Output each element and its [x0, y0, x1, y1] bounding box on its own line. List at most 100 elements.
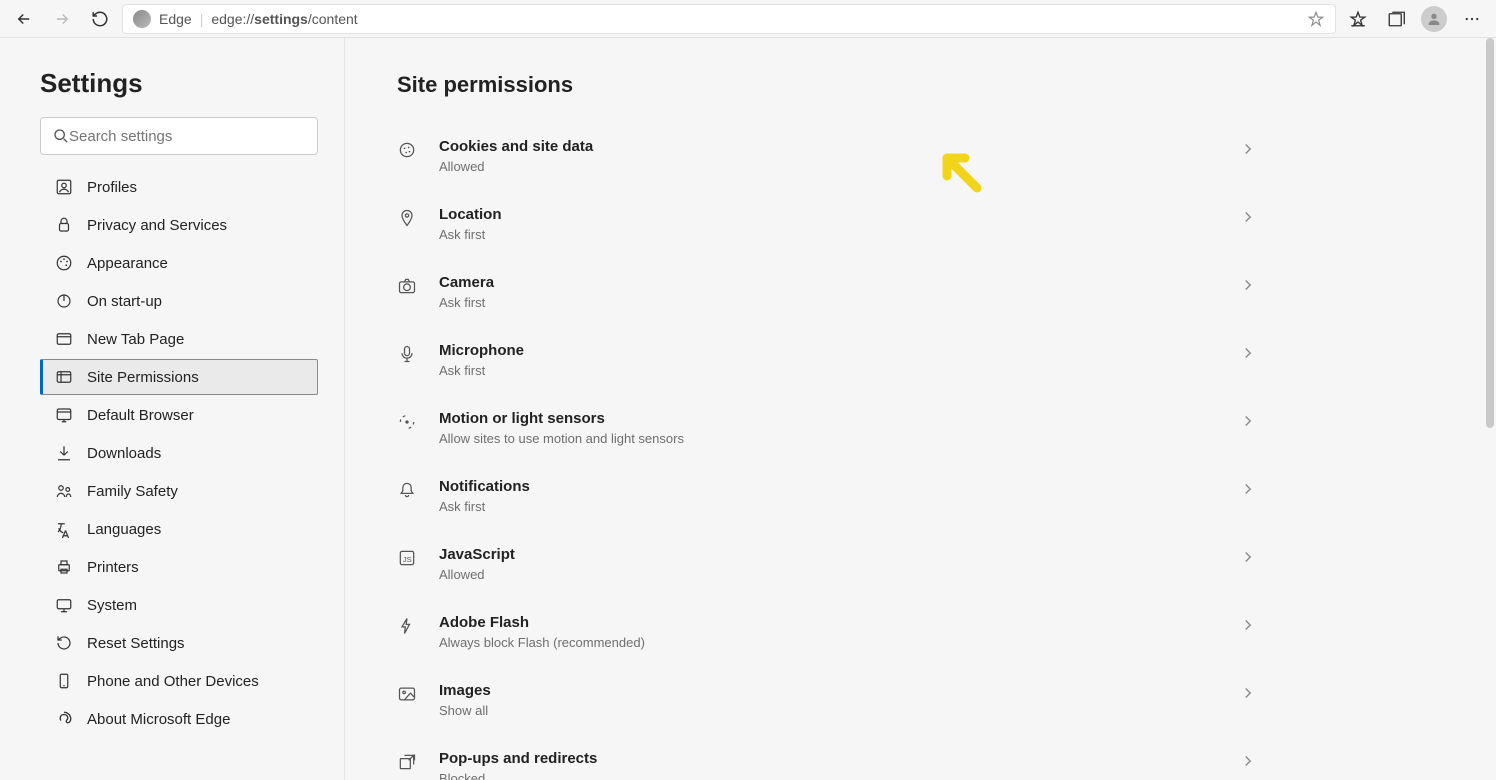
- permission-row-images[interactable]: Images Show all: [397, 666, 1267, 734]
- permission-title: Camera: [439, 274, 1217, 291]
- permissions-list: Cookies and site dataAllowedLocationAsk …: [397, 122, 1267, 780]
- permission-title: JavaScript: [439, 546, 1217, 563]
- permission-subtitle: Ask first: [439, 499, 1217, 514]
- permission-subtitle: Show all: [439, 703, 1217, 718]
- chevron-right-icon: [1239, 480, 1257, 498]
- default-icon: [55, 406, 73, 424]
- sidebar-item-appearance[interactable]: Appearance: [40, 245, 318, 281]
- sidebar-item-languages[interactable]: Languages: [40, 511, 318, 547]
- permission-subtitle: Blocked: [439, 771, 1217, 780]
- favorites-button[interactable]: [1342, 3, 1374, 35]
- settings-main-panel: Site permissions Cookies and site dataAl…: [345, 38, 1496, 780]
- sidebar-item-label: Site Permissions: [87, 369, 199, 386]
- permission-subtitle: Ask first: [439, 227, 1217, 242]
- camera-icon: [397, 276, 417, 296]
- search-settings-box[interactable]: [40, 117, 318, 155]
- search-settings-input[interactable]: [69, 128, 305, 145]
- system-icon: [55, 596, 73, 614]
- site-identity-label: Edge: [159, 11, 192, 27]
- sidebar-item-startup[interactable]: On start-up: [40, 283, 318, 319]
- permission-title: Pop-ups and redirects: [439, 750, 1217, 767]
- sidebar-item-profiles[interactable]: Profiles: [40, 169, 318, 205]
- permission-title: Motion or light sensors: [439, 410, 1217, 427]
- javascript-icon: [397, 548, 417, 568]
- chevron-right-icon: [1239, 344, 1257, 362]
- privacy-icon: [55, 216, 73, 234]
- sidebar-item-newtab[interactable]: New Tab Page: [40, 321, 318, 357]
- permission-title: Adobe Flash: [439, 614, 1217, 631]
- languages-icon: [55, 520, 73, 538]
- sidebar-item-label: Phone and Other Devices: [87, 673, 259, 690]
- sidebar-item-system[interactable]: System: [40, 587, 318, 623]
- sidebar-item-label: Default Browser: [87, 407, 194, 424]
- section-heading: Site permissions: [397, 72, 1456, 98]
- address-bar[interactable]: Edge | edge://settings/content: [122, 4, 1336, 34]
- phone-icon: [55, 672, 73, 690]
- settings-nav-list: Profiles Privacy and Services Appearance On…: [40, 169, 318, 737]
- permission-row-cookies[interactable]: Cookies and site dataAllowed: [397, 122, 1267, 190]
- sidebar-item-reset[interactable]: Reset Settings: [40, 625, 318, 661]
- favorite-star-icon[interactable]: [1307, 10, 1325, 28]
- appearance-icon: [55, 254, 73, 272]
- permission-row-motion[interactable]: Motion or light sensorsAllow sites to us…: [397, 394, 1267, 462]
- permission-subtitle: Allowed: [439, 567, 1217, 582]
- page-body: Settings ProfilesPrivacy and ServicesApp…: [0, 38, 1496, 780]
- chevron-right-icon: [1239, 616, 1257, 634]
- motion-icon: [397, 412, 417, 432]
- sidebar-item-label: New Tab Page: [87, 331, 184, 348]
- sidebar-item-siteperm[interactable]: Site Permissions: [40, 359, 318, 395]
- browser-toolbar: Edge | edge://settings/content: [0, 0, 1496, 38]
- chevron-right-icon: [1239, 684, 1257, 702]
- scrollbar[interactable]: [1486, 38, 1494, 428]
- chevron-right-icon: [1239, 752, 1257, 770]
- sidebar-item-default[interactable]: Default Browser: [40, 397, 318, 433]
- downloads-icon: [55, 444, 73, 462]
- collections-button[interactable]: [1380, 3, 1412, 35]
- divider: |: [200, 11, 204, 27]
- permission-row-popups[interactable]: Pop-ups and redirects Blocked: [397, 734, 1267, 780]
- permission-row-notifications[interactable]: Notifications Ask first: [397, 462, 1267, 530]
- permission-title: Images: [439, 682, 1217, 699]
- url-text: edge://settings/content: [211, 11, 1299, 27]
- permission-row-camera[interactable]: CameraAsk first: [397, 258, 1267, 326]
- chevron-right-icon: [1239, 412, 1257, 430]
- family-icon: [55, 482, 73, 500]
- search-icon: [53, 128, 69, 144]
- location-icon: [397, 208, 417, 228]
- sidebar-item-label: Printers: [87, 559, 139, 576]
- back-button[interactable]: [8, 3, 40, 35]
- permission-title: Cookies and site data: [439, 138, 1217, 155]
- permission-row-flash[interactable]: Adobe FlashAlways block Flash (recommend…: [397, 598, 1267, 666]
- newtab-icon: [55, 330, 73, 348]
- sidebar-item-label: Downloads: [87, 445, 161, 462]
- chevron-right-icon: [1239, 548, 1257, 566]
- permission-row-javascript[interactable]: JavaScript Allowed: [397, 530, 1267, 598]
- chevron-right-icon: [1239, 276, 1257, 294]
- sidebar-item-label: Appearance: [87, 255, 168, 272]
- chevron-right-icon: [1239, 208, 1257, 226]
- permission-subtitle: Ask first: [439, 363, 1217, 378]
- sidebar-item-about[interactable]: About Microsoft Edge: [40, 701, 318, 737]
- sidebar-item-label: System: [87, 597, 137, 614]
- permission-row-microphone[interactable]: MicrophoneAsk first: [397, 326, 1267, 394]
- chevron-right-icon: [1239, 140, 1257, 158]
- sidebar-item-printers[interactable]: Printers: [40, 549, 318, 585]
- sidebar-item-downloads[interactable]: Downloads: [40, 435, 318, 471]
- profile-button[interactable]: [1418, 3, 1450, 35]
- sidebar-item-phone[interactable]: Phone and Other Devices: [40, 663, 318, 699]
- refresh-button[interactable]: [84, 3, 116, 35]
- images-icon: [397, 684, 417, 704]
- more-menu-button[interactable]: [1456, 3, 1488, 35]
- sidebar-item-family[interactable]: Family Safety: [40, 473, 318, 509]
- permission-title: Notifications: [439, 478, 1217, 495]
- forward-button[interactable]: [46, 3, 78, 35]
- sidebar-item-label: Reset Settings: [87, 635, 185, 652]
- sidebar-item-privacy[interactable]: Privacy and Services: [40, 207, 318, 243]
- sidebar-item-label: Profiles: [87, 179, 137, 196]
- printers-icon: [55, 558, 73, 576]
- permission-row-location[interactable]: LocationAsk first: [397, 190, 1267, 258]
- settings-sidebar: Settings ProfilesPrivacy and ServicesApp…: [0, 38, 345, 780]
- cookies-icon: [397, 140, 417, 160]
- startup-icon: [55, 292, 73, 310]
- about-icon: [55, 710, 73, 728]
